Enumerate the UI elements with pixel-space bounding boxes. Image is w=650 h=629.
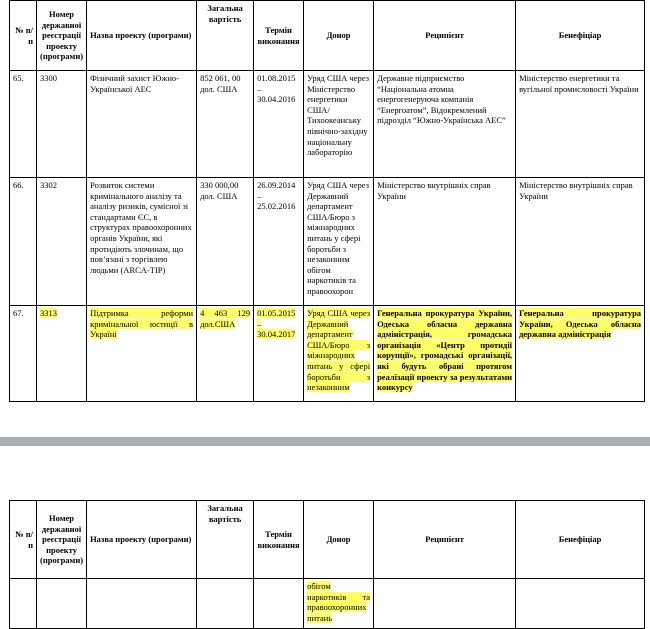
cell-term [253,578,305,629]
header-cost: Загальна вартість [196,0,255,71]
cell-recipient: Державне підприємство “Національна атомн… [373,70,517,178]
cell-reg: 3313 [35,305,88,402]
table-row: 65. 3300 Фізичний захист Южно-Українсько… [9,70,646,178]
header-term: Термін виконання [253,500,305,579]
cell-num: 65. [9,70,37,178]
header-num: № п/п [9,500,37,579]
header-reg: Номер державної реєстрації проекту (прог… [35,0,88,71]
cell-reg: 3300 [35,70,88,178]
cell-beneficiary: Міністерство внутрішніх справ України [515,177,646,306]
highlighted-text: Підтримка реформи кримінальної юстиції в… [90,308,194,340]
highlighted-text: Уряд США через Державний департамент США… [307,308,371,393]
cell-name [86,578,198,629]
cell-beneficiary [515,578,646,629]
cell-num: 66. [9,177,37,306]
cell-reg: 3302 [35,177,88,306]
cell-term: 26.09.2014 – 25.02.2016 [253,177,305,306]
header-name: Назва проекту (програми) [86,500,198,579]
table-row: обігом наркотиків та правоохоронних пита… [9,578,646,629]
cell-cost: 852 061, 00 дол. США [196,70,255,178]
projects-table: № п/п Номер державної реєстрації проекту… [9,0,646,402]
header-recipient: Реципієнт [373,500,517,579]
cell-cost: 330 000,00 дол. США [196,177,255,306]
highlighted-text: 01.05.2015 – 30.04.2017 [257,308,296,340]
cell-cost: 4 463 129 дол.США [196,305,255,402]
page-separator [0,437,650,446]
cell-recipient: Генеральна прокуратура України, Одеська … [373,305,517,402]
document-page-2: № п/п Номер державної реєстрації проекту… [0,500,650,629]
highlighted-text: Генеральна прокуратура України, Одеська … [519,308,642,340]
table-header-row: № п/п Номер державної реєстрації проекту… [9,0,646,71]
header-reg: Номер державної реєстрації проекту (прог… [35,500,88,579]
highlighted-text: обігом наркотиків та правоохоронних пита… [307,581,371,623]
header-cost: Загальна вартість [196,500,255,579]
cell-beneficiary: Генеральна прокуратура України, Одеська … [515,305,646,402]
cell-term: 01.08.2015 – 30.04.2016 [253,70,305,178]
cell-name: Підтримка реформи кримінальної юстиції в… [86,305,198,402]
cell-donor: Уряд США через Державний департамент США… [303,305,375,402]
cell-cost [196,578,255,629]
cell-num: 67. [9,305,37,402]
header-donor: Донор [303,500,375,579]
page-break [0,430,650,500]
highlighted-text: 3313 [40,308,57,318]
cell-reg [35,578,88,629]
highlighted-text: Генеральна прокуратура України, Одеська … [377,308,513,393]
cell-term: 01.05.2015 – 30.04.2017 [253,305,305,402]
cell-name: Фізичний захист Южно-Української АЕС [86,70,198,178]
cell-donor: Уряд США через Міністерство енергетики С… [303,70,375,178]
header-name: Назва проекту (програми) [86,0,198,71]
cell-name: Розвиток системи кримінального аналізу т… [86,177,198,306]
table-header-row: № п/п Номер державної реєстрації проекту… [9,500,646,579]
cell-recipient [373,578,517,629]
cell-recipient: Міністерство внутрішніх справ України [373,177,517,306]
table-row: 67. 3313 Підтримка реформи кримінальної … [9,305,646,402]
header-term: Термін виконання [253,0,305,71]
highlighted-text: 4 463 129 дол.США [200,308,251,329]
cell-donor: Уряд США через Державний департамент США… [303,177,375,306]
header-beneficiary: Бенефіціар [515,0,646,71]
header-num: № п/п [9,0,37,71]
cell-donor: обігом наркотиків та правоохоронних пита… [303,578,375,629]
document-page-1: № п/п Номер державної реєстрації проекту… [0,0,650,430]
table-row: 66. 3302 Розвиток системи кримінального … [9,177,646,306]
cell-num [9,578,37,629]
header-donor: Донор [303,0,375,71]
header-recipient: Реципієнт [373,0,517,71]
projects-table-continued: № п/п Номер державної реєстрації проекту… [9,500,646,629]
header-beneficiary: Бенефіціар [515,500,646,579]
cell-beneficiary: Міністерство енергетики та вугільної про… [515,70,646,178]
